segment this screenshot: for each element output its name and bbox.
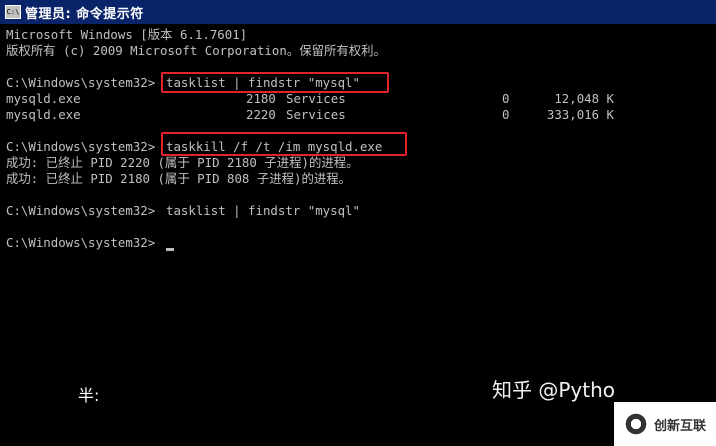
process-session: Services	[286, 107, 346, 122]
window-title: 管理员: 命令提示符	[25, 6, 144, 22]
header-line-2: 版权所有 (c) 2009 Microsoft Corporation。保留所有…	[6, 43, 386, 58]
process-pid: 2220	[246, 107, 276, 122]
ime-indicator: 半:	[78, 386, 100, 405]
title-bar[interactable]: C:\ 管理员: 命令提示符	[0, 0, 716, 24]
process-name: mysqld.exe	[6, 107, 81, 122]
result-line-2: 成功: 已终止 PID 2180 (属于 PID 808 子进程)的进程。	[6, 171, 352, 186]
text-cursor	[166, 248, 174, 251]
command-3: tasklist | findstr "mysql"	[166, 203, 360, 218]
process-name: mysqld.exe	[6, 91, 81, 106]
cmd-window: C:\ 管理员: 命令提示符 Microsoft Windows [版本 6.1…	[0, 0, 716, 446]
logo-icon	[624, 412, 648, 436]
process-mem: 12,048 K	[554, 91, 614, 106]
command-2-highlight	[161, 132, 407, 156]
badge-text: 创新互联	[654, 418, 707, 434]
prompt-current: C:\Windows\system32>	[6, 235, 156, 250]
site-badge: 创新互联	[614, 402, 716, 446]
zhihu-watermark: 知乎 @Pytho	[492, 378, 616, 402]
result-line-1: 成功: 已终止 PID 2220 (属于 PID 2180 子进程)的进程。	[6, 155, 359, 170]
command-1-highlight	[161, 72, 389, 93]
prompt-2: C:\Windows\system32>	[6, 139, 156, 154]
header-line-1: Microsoft Windows [版本 6.1.7601]	[6, 27, 248, 42]
prompt-1: C:\Windows\system32>	[6, 75, 156, 90]
process-session-num: 0	[502, 91, 510, 106]
process-session-num: 0	[502, 107, 510, 122]
process-session: Services	[286, 91, 346, 106]
cmd-icon: C:\	[5, 5, 21, 19]
process-pid: 2180	[246, 91, 276, 106]
prompt-3: C:\Windows\system32>	[6, 203, 156, 218]
process-mem: 333,016 K	[546, 107, 614, 122]
